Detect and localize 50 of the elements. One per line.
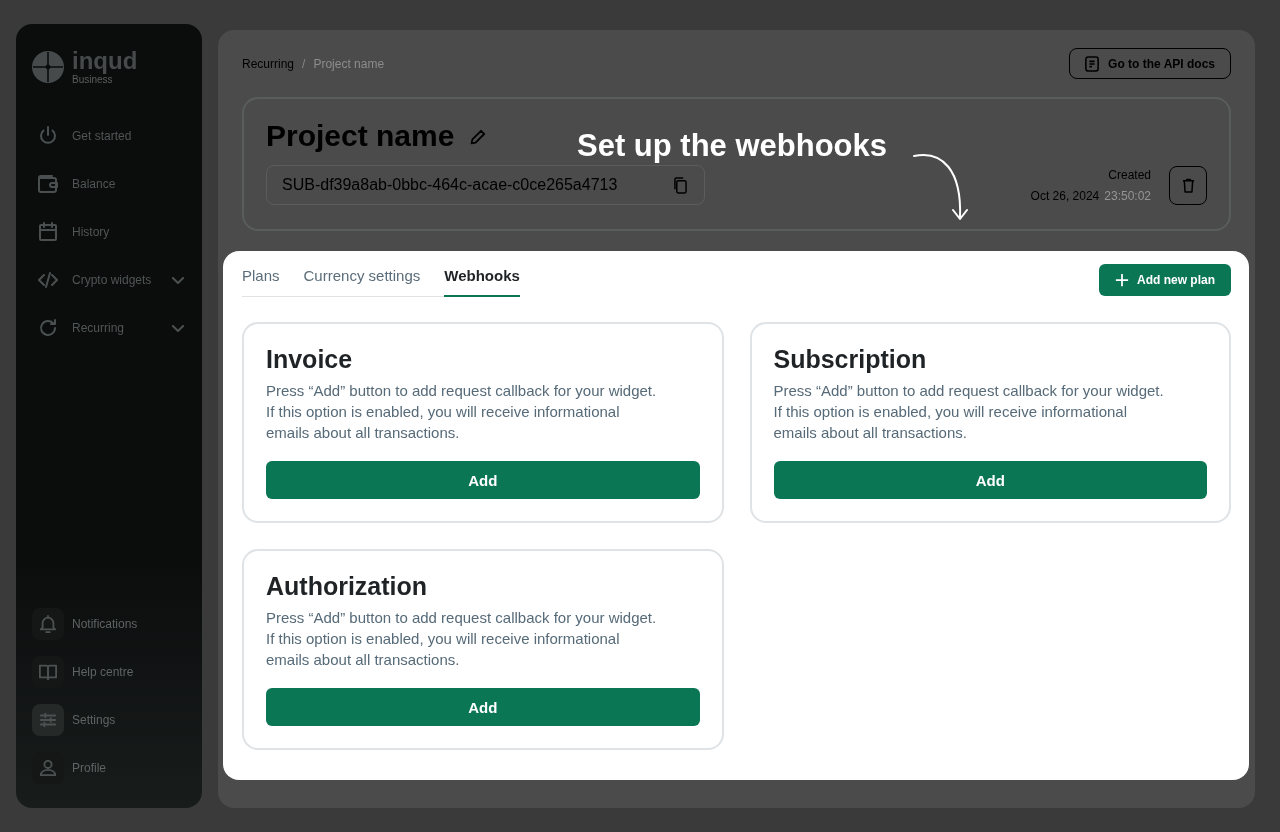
tab[interactable]: Webhooks bbox=[444, 266, 520, 297]
breadcrumb-link[interactable]: Recurring bbox=[242, 56, 295, 71]
callout-text: Set up the webhooks bbox=[577, 128, 888, 164]
created-time: 23:50:02 bbox=[1104, 188, 1151, 203]
sidebar-item[interactable]: Profile bbox=[32, 744, 186, 792]
card-description: Press “Add” button to add request callback for your widget. bbox=[773, 381, 1165, 401]
api-docs-button[interactable]: Go to the API docs bbox=[1069, 48, 1231, 79]
plus-icon bbox=[1115, 273, 1129, 287]
add-button[interactable]: Add bbox=[266, 461, 700, 499]
sidebar-item[interactable]: Crypto widgets bbox=[32, 256, 186, 304]
card-title: Subscription bbox=[773, 344, 928, 374]
power-icon bbox=[38, 126, 58, 146]
add-button[interactable]: Add bbox=[266, 688, 700, 726]
card-title: Authorization bbox=[266, 571, 429, 601]
trash-icon bbox=[1181, 177, 1195, 193]
created-label: Created bbox=[1108, 167, 1151, 182]
card-note: If this option is enabled, you will receive informational emails about all transactions. bbox=[266, 629, 621, 670]
tab[interactable]: Currency settings bbox=[303, 266, 421, 297]
sidebar-item[interactable]: Recurring bbox=[32, 304, 186, 352]
document-icon bbox=[1085, 55, 1100, 72]
code-icon bbox=[38, 270, 58, 290]
wallet-icon bbox=[38, 174, 58, 194]
tab[interactable]: Plans bbox=[242, 266, 280, 297]
sidebar-item[interactable]: Get started bbox=[32, 112, 186, 160]
refresh-icon bbox=[38, 318, 58, 338]
delete-button[interactable] bbox=[1169, 165, 1207, 205]
breadcrumb-current: Project name bbox=[313, 56, 385, 71]
chevron-down-icon[interactable] bbox=[172, 276, 184, 284]
sidebar-item[interactable]: Balance bbox=[32, 160, 186, 208]
copy-icon[interactable] bbox=[674, 176, 687, 194]
created-date: Oct 26, 2024 bbox=[1030, 188, 1100, 203]
card-note: If this option is enabled, you will receive informational emails about all transactions. bbox=[773, 402, 1129, 443]
id-field[interactable]: SUB-df39a8ab-0bbc-464c-acae-c0ce265a4713 bbox=[266, 165, 705, 205]
project-title: Project name bbox=[266, 118, 455, 154]
pencil-icon[interactable] bbox=[470, 129, 487, 145]
calendar-icon bbox=[38, 222, 58, 242]
card-description: Press “Add” button to add request callback for your widget. bbox=[266, 381, 658, 401]
card-note: If this option is enabled, you will receive informational emails about all transactions. bbox=[266, 402, 621, 443]
sidebar-item[interactable]: Help centre bbox=[32, 648, 186, 696]
card-description: Press “Add” button to add request callback for your widget. bbox=[266, 608, 658, 628]
sidebar-item[interactable]: Settings bbox=[32, 696, 186, 744]
card-title: Invoice bbox=[266, 344, 354, 374]
breadcrumb-separator: / bbox=[302, 56, 306, 71]
logo-icon bbox=[32, 51, 64, 83]
add-button[interactable]: Add bbox=[773, 461, 1207, 499]
chevron-down-icon[interactable] bbox=[172, 324, 184, 332]
add-plan-button[interactable]: Add new plan bbox=[1099, 264, 1231, 296]
sidebar-item[interactable]: Notifications bbox=[32, 600, 186, 648]
sidebar-item[interactable]: History bbox=[32, 208, 186, 256]
brand-subtitle: Business bbox=[72, 74, 113, 85]
